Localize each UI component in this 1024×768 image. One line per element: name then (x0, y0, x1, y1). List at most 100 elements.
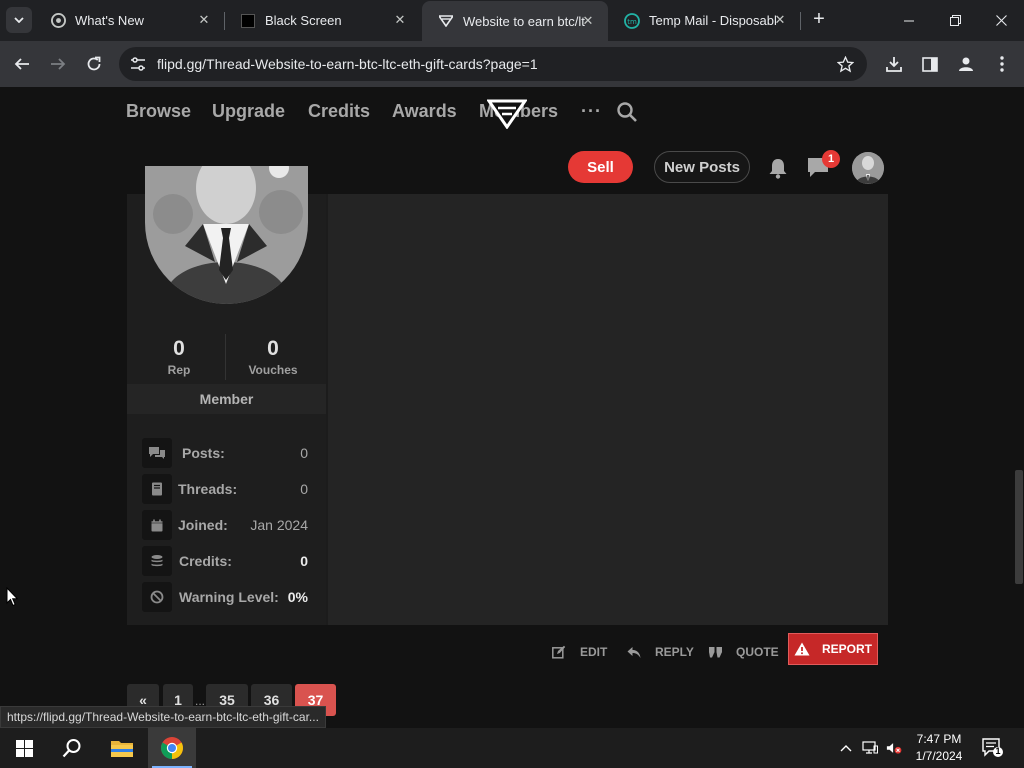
user-avatar[interactable] (852, 152, 884, 184)
clock-date[interactable]: 1/7/2024 (908, 749, 970, 763)
chrome-taskbar-button[interactable] (148, 728, 196, 768)
tab-flipd-thread[interactable]: Website to earn btc/ltc ✕ (422, 1, 608, 41)
author-sidebar: 0 Rep 0 Vouches Member Posts: 0 Threads:… (127, 166, 326, 625)
temp-mail-icon: tm (624, 12, 640, 29)
author-role: Member (127, 384, 326, 414)
forward-button[interactable] (44, 50, 72, 78)
close-window-button[interactable] (978, 0, 1024, 41)
nav-upgrade[interactable]: Upgrade (212, 101, 285, 122)
nav-browse[interactable]: Browse (126, 101, 191, 122)
close-tab-icon[interactable]: ✕ (772, 12, 788, 28)
quote-icon (709, 646, 722, 657)
bell-icon[interactable] (766, 156, 790, 180)
stat-label: Posts: (182, 445, 225, 461)
download-icon (886, 57, 902, 72)
rep-value: 0 (173, 337, 185, 360)
edit-icon (552, 645, 566, 659)
page-viewport: Browse Upgrade Credits Awards Members ··… (0, 87, 1024, 728)
rep-label: Rep (167, 363, 191, 377)
page-scrollbar[interactable] (1014, 87, 1024, 728)
reply-button[interactable]: REPLY (627, 642, 694, 662)
windows-taskbar: 7:47 PM 1/7/2024 1 (0, 728, 1024, 768)
tab-title: Website to earn btc/ltc (463, 13, 585, 29)
site-info-icon[interactable] (129, 55, 147, 73)
coins-icon (142, 546, 172, 576)
screen: What's New ✕ Black Screen ✕ Website to e… (0, 0, 1024, 768)
post-card: 0 Rep 0 Vouches Member Posts: 0 Threads:… (127, 166, 888, 625)
tab-title: Temp Mail - Disposable (649, 13, 777, 28)
post-content (328, 194, 888, 625)
side-panel-button[interactable] (916, 50, 944, 78)
author-avatar[interactable] (145, 166, 308, 304)
start-button[interactable] (0, 728, 48, 768)
messages-badge: 1 (822, 150, 840, 168)
stat-row-posts: Posts: 0 (142, 438, 308, 468)
downloads-button[interactable] (880, 50, 908, 78)
quote-button[interactable]: QUOTE (709, 642, 779, 662)
black-square-icon (240, 13, 256, 29)
network-icon[interactable] (862, 740, 878, 756)
address-bar[interactable]: flipd.gg/Thread-Website-to-earn-btc-ltc-… (119, 47, 867, 81)
file-explorer-button[interactable] (98, 728, 146, 768)
nav-awards[interactable]: Awards (392, 101, 457, 122)
stat-value: Jan 2024 (250, 517, 308, 533)
nav-credits[interactable]: Credits (308, 101, 370, 122)
site-logo-icon[interactable] (487, 97, 527, 129)
report-button[interactable]: REPORT (788, 633, 878, 665)
url-text[interactable]: flipd.gg/Thread-Website-to-earn-btc-ltc-… (157, 56, 538, 72)
search-icon (62, 739, 81, 758)
clock-time[interactable]: 7:47 PM (908, 732, 970, 746)
quote-label: QUOTE (736, 645, 779, 659)
tab-whats-new[interactable]: What's New ✕ (34, 0, 224, 41)
tab-search-button[interactable] (6, 7, 32, 33)
new-posts-button[interactable]: New Posts (654, 151, 750, 183)
stat-value: 0 (300, 445, 308, 461)
arrow-left-icon (14, 58, 29, 70)
stat-label: Warning Level: (179, 589, 279, 605)
vouches-value: 0 (267, 337, 279, 360)
reload-button[interactable] (80, 50, 108, 78)
bookmark-star-icon[interactable] (835, 54, 855, 74)
tab-title: What's New (75, 13, 144, 28)
close-icon (995, 15, 1007, 26)
comments-icon (142, 438, 172, 468)
arrow-right-icon (51, 58, 66, 70)
minimize-icon (904, 20, 914, 21)
kebab-menu-icon (1000, 56, 1004, 72)
warning-triangle-icon (794, 642, 810, 656)
stat-value: 0% (287, 589, 308, 605)
close-tab-icon[interactable]: ✕ (392, 12, 408, 28)
tray-overflow-chevron-icon[interactable] (838, 740, 854, 756)
back-button[interactable] (8, 50, 36, 78)
folder-icon (111, 741, 133, 757)
close-tab-icon[interactable]: ✕ (580, 13, 596, 29)
profile-button[interactable] (952, 50, 980, 78)
stat-row-warning-level: Warning Level: 0% (142, 582, 308, 612)
chrome-icon (161, 737, 183, 759)
taskbar-search-button[interactable] (48, 728, 96, 768)
edit-button[interactable]: EDIT (552, 642, 607, 662)
notification-center-button[interactable]: 1 (982, 738, 1004, 758)
reply-icon (627, 646, 641, 658)
stats-divider (225, 334, 226, 380)
close-tab-icon[interactable]: ✕ (196, 12, 212, 28)
browser-menu-button[interactable] (988, 50, 1016, 78)
sell-button[interactable]: Sell (568, 151, 633, 183)
mouse-pointer-icon (6, 587, 18, 607)
tab-black-screen[interactable]: Black Screen ✕ (224, 0, 420, 41)
windows-logo-icon (15, 739, 33, 757)
tab-temp-mail[interactable]: tm Temp Mail - Disposable ✕ (608, 0, 800, 41)
scrollbar-thumb[interactable] (1015, 470, 1023, 584)
tab-title: Black Screen (265, 13, 342, 28)
nav-more-button[interactable]: ··· (581, 101, 602, 122)
minimize-button[interactable] (886, 0, 932, 41)
flipd-logo-icon (438, 13, 454, 29)
search-icon[interactable] (616, 101, 638, 123)
restore-button[interactable] (932, 0, 978, 41)
stat-label: Credits: (179, 553, 232, 569)
notification-count: 1 (995, 746, 1001, 756)
stat-row-credits: Credits: 0 (142, 546, 308, 576)
edit-label: EDIT (580, 645, 608, 659)
volume-muted-icon[interactable] (886, 740, 902, 756)
new-tab-button[interactable]: + (809, 9, 829, 30)
